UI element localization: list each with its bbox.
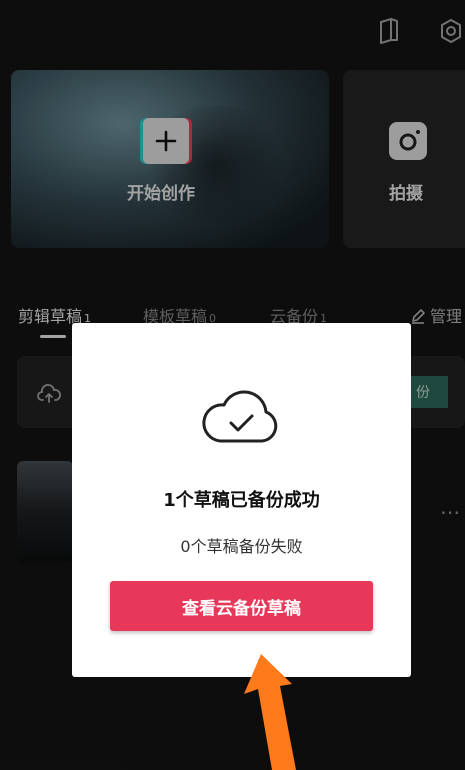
view-cloud-backup-button[interactable]: 查看云备份草稿 — [110, 581, 373, 631]
dialog-title: 1个草稿已备份成功 — [163, 490, 320, 511]
annotation-arrow-icon — [244, 654, 296, 770]
dialog-subtitle: 0个草稿备份失败 — [180, 537, 303, 556]
cloud-check-icon — [202, 390, 278, 443]
backup-success-dialog: 1个草稿已备份成功 0个草稿备份失败 查看云备份草稿 — [72, 323, 411, 677]
